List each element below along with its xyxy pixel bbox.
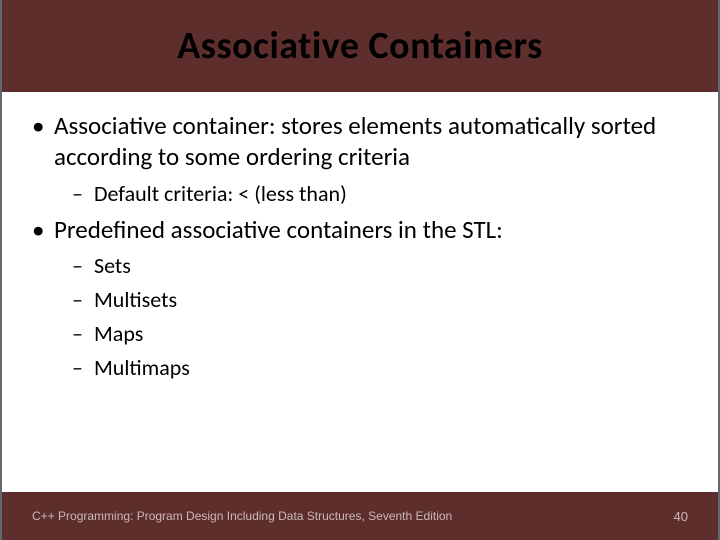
sub-bullet-list: Sets Multisets Maps Multimaps xyxy=(72,251,688,382)
sub-bullet-list: Default criteria: < (less than) xyxy=(72,179,688,209)
list-item: Sets xyxy=(72,251,688,281)
footer-text: C++ Programming: Program Design Includin… xyxy=(32,509,452,523)
bullet-list: Associative container: stores elements a… xyxy=(32,110,688,382)
list-item: Multimaps xyxy=(72,353,688,383)
list-item-text: Predefined associative containers in the… xyxy=(54,214,503,245)
slide: Associative Containers Associative conta… xyxy=(0,0,720,540)
slide-content: Associative container: stores elements a… xyxy=(2,92,718,382)
list-item-text: Multisets xyxy=(94,286,177,313)
footer-band: C++ Programming: Program Design Includin… xyxy=(2,492,718,540)
list-item-text: Default criteria: < (less than) xyxy=(94,180,347,207)
list-item-text: Sets xyxy=(94,252,131,279)
title-band: Associative Containers xyxy=(2,0,718,92)
list-item: Multisets xyxy=(72,285,688,315)
slide-title: Associative Containers xyxy=(177,23,542,69)
list-item: Associative container: stores elements a… xyxy=(32,110,688,208)
list-item-text: Associative container: stores elements a… xyxy=(54,110,656,172)
list-item: Default criteria: < (less than) xyxy=(72,179,688,209)
list-item: Predefined associative containers in the… xyxy=(32,214,688,382)
list-item-text: Maps xyxy=(94,320,143,347)
list-item: Maps xyxy=(72,319,688,349)
list-item-text: Multimaps xyxy=(94,354,190,381)
page-number: 40 xyxy=(674,509,688,524)
